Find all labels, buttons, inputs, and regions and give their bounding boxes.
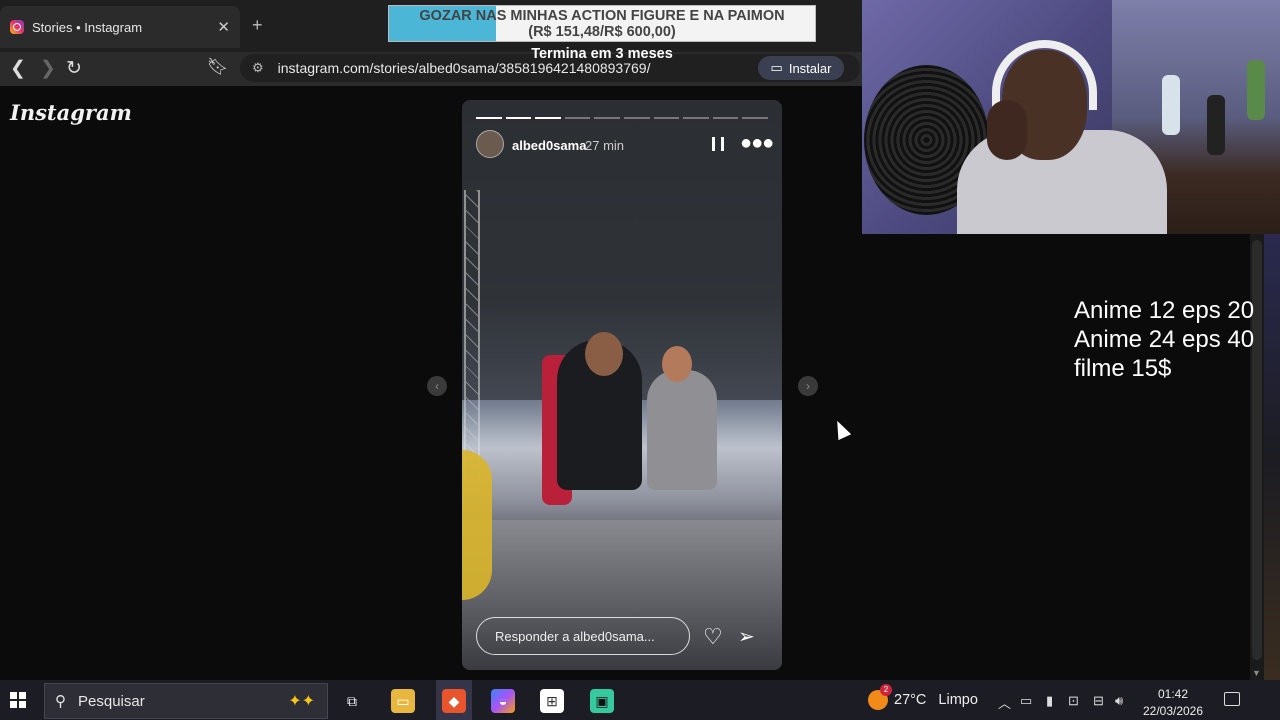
donation-goal-banner: GOZAR NAS MINHAS ACTION FIGURE E NA PAIM… <box>388 5 816 42</box>
bottle <box>1207 95 1225 155</box>
story-progress-segment <box>564 117 591 119</box>
story-time: 27 min <box>585 138 625 153</box>
story-progress-segment <box>505 117 532 119</box>
next-story-icon[interactable]: › <box>798 376 818 396</box>
share-send-icon[interactable]: ➢ <box>738 624 755 649</box>
background-strip <box>1264 234 1280 680</box>
streamer-hand <box>987 100 1027 160</box>
microphone-icon[interactable]: ▮ <box>1046 693 1053 709</box>
price-line: Anime 24 eps 40 <box>1074 326 1255 353</box>
story-progress-bar <box>476 117 768 119</box>
browser-tab[interactable]: Stories • Instagram ✕ <box>0 6 240 48</box>
network-icon[interactable]: ▭ <box>1020 693 1032 709</box>
story-username[interactable]: albed0sama <box>512 138 586 153</box>
story-progress-segment <box>535 117 561 119</box>
display-icon[interactable]: ⊡ <box>1068 693 1079 709</box>
taskbar-clock[interactable]: 01:42 22/03/2026 <box>1138 686 1208 720</box>
instagram-logo[interactable]: Instagram <box>10 100 132 125</box>
back-icon[interactable]: ❮ <box>10 57 26 80</box>
brave-browser-icon[interactable]: ◆ <box>442 689 466 713</box>
reply-placeholder: Responder a albed0sama... <box>495 628 655 644</box>
camera-icon[interactable]: ⊟ <box>1093 693 1104 709</box>
story-progress-segment <box>683 117 709 119</box>
person-right-head <box>662 346 692 382</box>
windows-start-icon[interactable] <box>10 692 26 708</box>
clock-date: 22/03/2026 <box>1142 704 1204 718</box>
reload-icon[interactable]: ↻ <box>66 57 82 80</box>
previous-story-icon[interactable]: ‹ <box>427 376 447 396</box>
story-media[interactable] <box>462 100 782 670</box>
price-list-overlay: Anime 12 eps 20 Anime 24 eps 40 filme 15… <box>1074 296 1254 383</box>
story-progress-segment <box>623 117 650 119</box>
weather-temp: 27°C <box>894 692 927 708</box>
story-progress-segment <box>653 117 680 119</box>
url-text: instagram.com/stories/albed0sama/3858196… <box>277 60 651 76</box>
copilot-sparkle-icon: ✦✦ <box>288 693 315 710</box>
goal-deadline: Termina em 3 meses <box>531 46 673 62</box>
story-avatar[interactable] <box>476 130 504 158</box>
show-hidden-icons-icon[interactable]: ︿ <box>998 693 1011 712</box>
story-progress-segment <box>742 117 768 119</box>
price-line: Anime 12 eps 20 <box>1074 297 1255 324</box>
file-explorer-icon[interactable]: ▭ <box>391 689 415 713</box>
microsoft-store-icon[interactable]: ⊞ <box>540 689 564 713</box>
person-left-head <box>585 332 623 376</box>
story-reply-input[interactable]: Responder a albed0sama... <box>476 617 690 655</box>
person-right <box>647 370 717 490</box>
search-icon: ⚲ <box>55 693 66 710</box>
app-icon[interactable]: ▣ <box>590 689 614 713</box>
task-view-icon[interactable]: ⧉ <box>340 689 364 713</box>
pause-icon[interactable] <box>712 137 724 151</box>
story-progress-segment <box>712 117 739 119</box>
bottle <box>1162 75 1180 135</box>
site-settings-icon[interactable]: ⚙ <box>252 60 264 76</box>
instagram-favicon-icon <box>10 20 24 34</box>
goal-title: GOZAR NAS MINHAS ACTION FIGURE E NA PAIM… <box>419 8 785 24</box>
yellow-foreground-object <box>462 450 492 600</box>
more-options-icon[interactable]: ●●● <box>740 132 774 155</box>
weather-widget[interactable]: 2 27°C Limpo <box>868 684 978 710</box>
tab-title: Stories • Instagram <box>32 19 143 35</box>
forward-icon[interactable]: ❯ <box>40 57 56 80</box>
story-progress-segment <box>476 117 502 119</box>
weather-desc: Limpo <box>938 692 978 708</box>
webcam-overlay <box>862 0 1280 234</box>
clock-time: 01:42 <box>1157 687 1189 701</box>
notifications-icon[interactable] <box>1224 692 1240 706</box>
price-line: filme 15$ <box>1074 355 1172 382</box>
new-tab-button[interactable]: + <box>252 15 263 36</box>
tab-close-icon[interactable]: ✕ <box>217 18 230 36</box>
copilot-icon[interactable]: ◒ <box>491 689 515 713</box>
search-placeholder: Pesquisar <box>78 692 145 710</box>
volume-icon[interactable]: 🔊︎ <box>1115 693 1123 709</box>
goal-text: GOZAR NAS MINHAS ACTION FIGURE E NA PAIM… <box>389 8 815 40</box>
weather-badge: 2 <box>880 684 892 696</box>
bookmark-icon[interactable]: 🔖︎ <box>207 57 229 77</box>
like-heart-icon[interactable]: ♡ <box>703 624 723 650</box>
install-label: Instalar <box>788 60 832 76</box>
taskbar-search-box[interactable]: ⚲ Pesquisar ✦✦ <box>44 683 328 719</box>
scroll-down-arrow-icon[interactable]: ▼ <box>1252 668 1261 678</box>
goal-amount: (R$ 151,48/R$ 600,00) <box>528 24 676 40</box>
install-icon: ▭ <box>770 60 783 75</box>
story-progress-segment <box>594 117 620 119</box>
weather-sun-icon: 2 <box>868 684 892 710</box>
bottle <box>1247 60 1265 120</box>
